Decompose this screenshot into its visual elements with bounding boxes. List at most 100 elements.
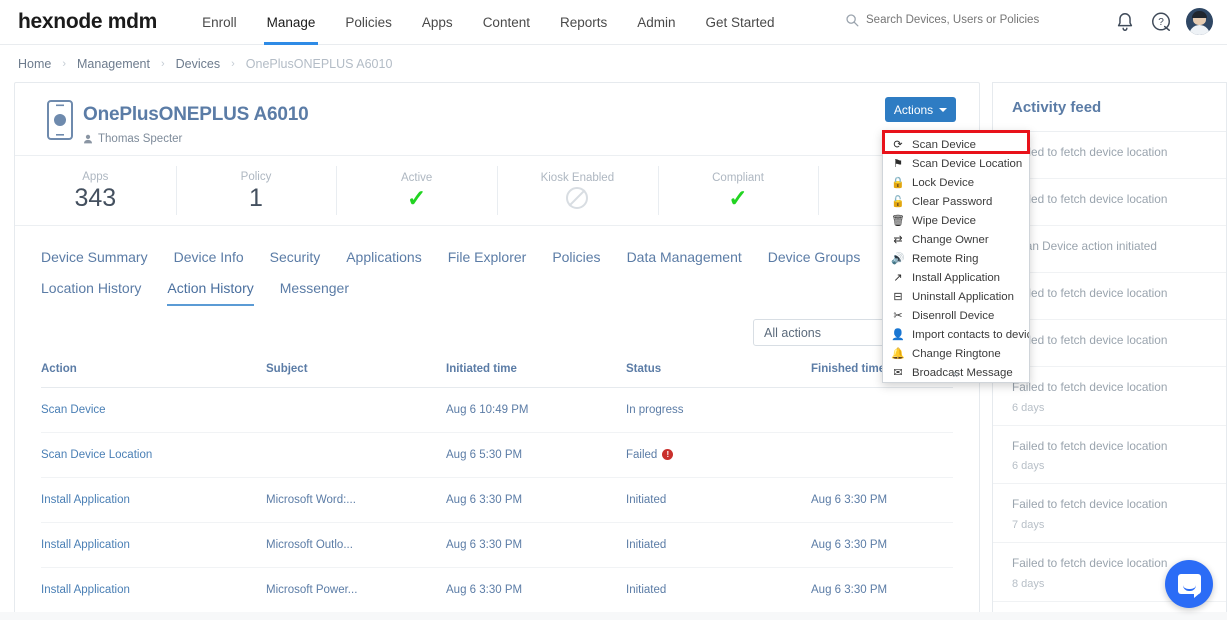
column-header-subject[interactable]: Subject [266, 355, 446, 388]
cell-initiated-time: Aug 6 3:30 PM [446, 477, 626, 523]
actions-menu-item-clear-password[interactable]: 🔓 Clear Password [883, 193, 1029, 211]
nav-icon-group: ? [1114, 8, 1213, 35]
avatar-body [1189, 25, 1210, 35]
actions-menu-item-lock-device[interactable]: 🔒 Lock Device [883, 174, 1029, 192]
nav-link-policies[interactable]: Policies [330, 0, 407, 45]
messenger-launcher-button[interactable] [1165, 560, 1213, 608]
actions-dropdown-list: ⟳ Scan Device ⚑ Scan Device Location 🔒 Lock D… [883, 131, 1029, 382]
tab-messenger[interactable]: Messenger [280, 280, 349, 306]
search-input[interactable] [866, 14, 1081, 26]
kpi-value: 1 [249, 183, 263, 212]
cell-action[interactable]: Install Application [41, 522, 266, 568]
avatar[interactable] [1186, 8, 1213, 35]
cell-status: Initiated [626, 477, 811, 523]
actions-menu-item-scan-device-location[interactable]: ⚑ Scan Device Location [883, 155, 1029, 173]
actions-menu-item-wipe-device[interactable]: 🗑 Wipe Device [883, 212, 1029, 230]
global-search[interactable] [845, 13, 1095, 27]
top-navigation-bar: hexnode mdm Enroll Manage Policies Apps Cont… [0, 0, 1227, 45]
cell-action[interactable]: Install Application [41, 567, 266, 613]
bell-icon[interactable] [1114, 11, 1136, 33]
page-root: hexnode mdm Enroll Manage Policies Apps Cont… [0, 0, 1227, 620]
actions-menu-item-remote-ring[interactable]: 🔊 Remote Ring [883, 250, 1029, 268]
kpi-label: Active [401, 171, 433, 184]
activity-feed-text: Scan Device action initiated [1012, 238, 1157, 253]
actions-dropdown-menu[interactable]: ⟳ Scan Device ⚑ Scan Device Location 🔒 Lock D… [882, 130, 1030, 383]
nav-link-admin[interactable]: Admin [622, 0, 690, 45]
kpi-label: Compliant [712, 171, 764, 184]
help-icon[interactable]: ? [1150, 11, 1172, 33]
column-header-status[interactable]: Status [626, 355, 811, 388]
actions-button[interactable]: Actions [885, 97, 956, 122]
actions-menu-item-label: Broadcast Message [912, 367, 1013, 379]
brand-logo[interactable]: hexnode mdm [18, 10, 157, 34]
cell-action[interactable]: Scan Device Location [41, 432, 266, 478]
table-body: Scan Device Aug 6 10:49 PM In progress Scan… [41, 387, 953, 620]
kpi-kiosk-enabled: Kiosk Enabled [497, 156, 658, 225]
cell-subject: Microsoft Word:... [266, 477, 446, 523]
breadcrumb-item-1[interactable]: Management [77, 57, 150, 71]
nav-link-apps[interactable]: Apps [407, 0, 468, 45]
actions-menu-item-label: Lock Device [912, 177, 975, 189]
cell-initiated-time: Aug 6 3:30 PM [446, 567, 626, 613]
tab-action-history[interactable]: Action History [167, 280, 255, 306]
map-pin-icon: ⚑ [893, 158, 903, 170]
actions-menu-item-label: Remote Ring [912, 253, 979, 265]
cell-initiated-time: Aug 6 10:49 PM [446, 387, 626, 433]
cell-subject [266, 432, 446, 478]
nav-link-content[interactable]: Content [468, 0, 545, 45]
actions-menu-item-scan-device[interactable]: ⟳ Scan Device [883, 136, 1029, 154]
actions-menu-item-import-contacts-to-device[interactable]: 👤 Import contacts to device [883, 326, 1029, 344]
column-header-initiated-time[interactable]: Initiated time [446, 355, 626, 388]
action-history-table-wrap: Action Subject Initiated time Status Finishe… [15, 355, 979, 620]
chevron-down-icon [939, 107, 948, 112]
kpi-label: Apps [82, 170, 109, 183]
actions-menu-item-label: Install Application [912, 272, 1001, 284]
cell-initiated-time: Aug 6 5:30 PM [446, 432, 626, 478]
nav-link-enroll[interactable]: Enroll [187, 0, 252, 45]
tab-applications[interactable]: Applications [346, 249, 422, 275]
table-row: Install Application Microsoft Power... Aug… [41, 567, 953, 613]
activity-feed-item: Failed to fetch device location 6 days [993, 426, 1226, 485]
cell-finished-time: Aug 6 3:30 PM [811, 477, 953, 523]
minus-box-icon: ⊟ [893, 291, 903, 303]
actions-menu-item-broadcast-message[interactable]: ✉ Broadcast Message [883, 364, 1029, 382]
tab-location-history[interactable]: Location History [41, 280, 141, 306]
no-entry-icon [566, 187, 589, 209]
actions-menu-item-install-application[interactable]: ↗ Install Application [883, 269, 1029, 287]
tab-policies[interactable]: Policies [552, 249, 600, 275]
android-phone-icon [47, 100, 73, 140]
error-badge-icon[interactable]: ! [662, 449, 674, 460]
actions-menu-item-label: Import contacts to device [912, 329, 1030, 341]
cell-action[interactable]: Scan Device [41, 387, 266, 433]
volume-icon: 🔊 [891, 253, 905, 265]
refresh-icon: ⟳ [893, 139, 903, 151]
nav-link-get-started[interactable]: Get Started [691, 0, 790, 45]
breadcrumb-item-0[interactable]: Home [18, 57, 51, 71]
actions-button-label: Actions [893, 102, 934, 117]
breadcrumb-item-2[interactable]: Devices [176, 57, 220, 71]
kpi-value: 343 [74, 183, 117, 212]
tab-device-groups[interactable]: Device Groups [768, 249, 861, 275]
actions-menu-item-change-ringtone[interactable]: 🔔 Change Ringtone [883, 345, 1029, 363]
actions-menu-item-uninstall-application[interactable]: ⊟ Uninstall Application [883, 288, 1029, 306]
actions-menu-item-disenroll-device[interactable]: ✂ Disenroll Device [883, 307, 1029, 325]
nav-link-manage[interactable]: Manage [252, 0, 331, 45]
cell-finished-time: Aug 6 3:30 PM [811, 567, 953, 613]
device-header: OnePlusONEPLUS A6010 Thomas Specter Acti… [15, 83, 979, 156]
svg-text:?: ? [1158, 17, 1164, 28]
column-header-action[interactable]: Action [41, 355, 266, 388]
nav-link-reports[interactable]: Reports [545, 0, 622, 45]
activity-feed-time: 6 days [1012, 401, 1045, 414]
tab-data-management[interactable]: Data Management [627, 249, 742, 275]
tab-file-explorer[interactable]: File Explorer [448, 249, 527, 275]
cell-action[interactable]: Install Application [41, 477, 266, 523]
actions-menu-item-change-owner[interactable]: ⇄ Change Owner [883, 231, 1029, 249]
tab-device-info[interactable]: Device Info [174, 249, 244, 275]
tab-security[interactable]: Security [270, 249, 321, 275]
bell-icon: 🔔 [891, 348, 905, 360]
action-filter-value: All actions [764, 325, 821, 340]
tab-device-summary[interactable]: Device Summary [41, 249, 148, 275]
unlink-icon: ✂ [893, 310, 903, 322]
actions-menu-item-label: Change Owner [912, 234, 989, 246]
tabs-container: Device Summary Device Info Security Applica… [15, 226, 979, 311]
